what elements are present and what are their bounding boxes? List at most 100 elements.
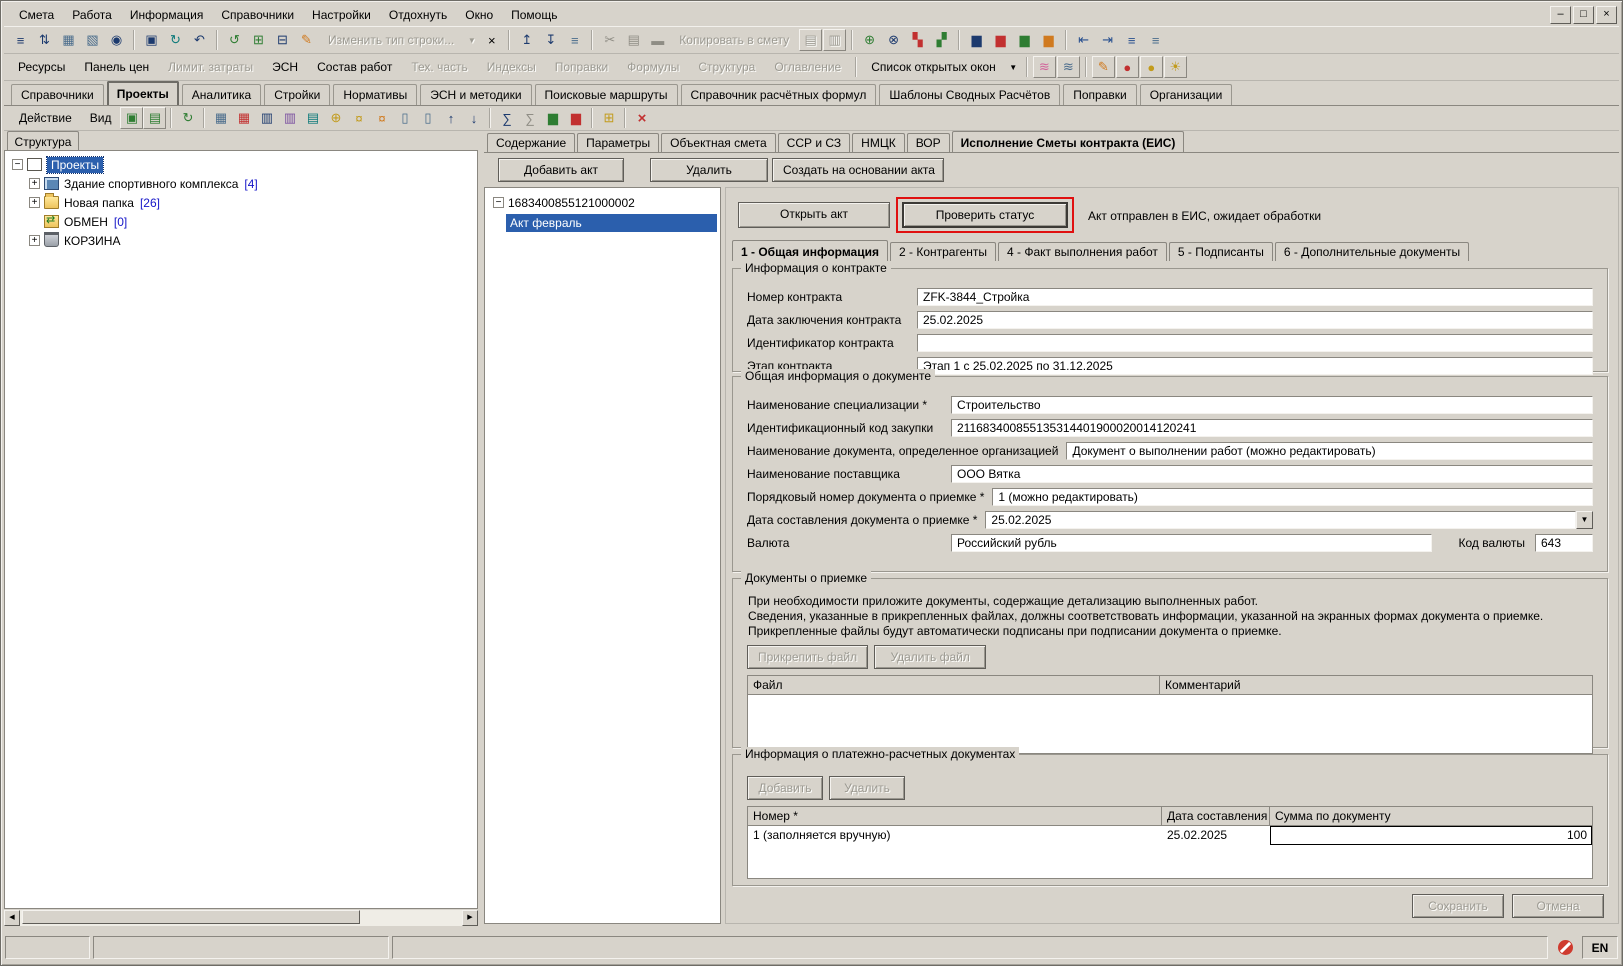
panel-limit-zatraty[interactable]: Лимит. затраты <box>159 56 262 78</box>
contract-id-field[interactable] <box>917 333 1593 352</box>
add-section-icon[interactable]: ⊟ <box>271 29 294 51</box>
sheet-close-icon[interactable]: ▦ <box>57 29 80 51</box>
tab-organizacii[interactable]: Организации <box>1139 84 1233 105</box>
tab-analitika[interactable]: Аналитика <box>181 84 262 105</box>
tab-structure[interactable]: Структура <box>7 131 79 150</box>
expertise-doc2-icon[interactable]: ▯ <box>416 107 439 129</box>
payment-number-cell[interactable]: 1 (заполняется вручную) <box>748 826 1162 845</box>
estimate-blue-icon[interactable]: ▥ <box>255 107 278 129</box>
coins-icon[interactable]: ¤ <box>347 107 370 129</box>
change-row-type-dropdown-icon[interactable]: ▼ <box>464 29 479 51</box>
move-up-icon[interactable]: ↥ <box>515 29 538 51</box>
copy-to-estimate-doc2-icon[interactable]: ▥ <box>823 29 847 51</box>
expand-icon[interactable]: + <box>29 197 40 208</box>
horizontal-scrollbar[interactable]: ◀ ▶ <box>4 910 478 926</box>
move-down-icon[interactable]: ↧ <box>539 29 562 51</box>
panel-formuly[interactable]: Формулы <box>618 56 688 78</box>
expand-icon[interactable]: + <box>29 178 40 189</box>
copy-to-estimate-button[interactable]: Копировать в смету <box>670 29 798 51</box>
create-from-act-button[interactable]: Создать на основании акта <box>772 157 944 182</box>
column-comment[interactable]: Комментарий <box>1160 676 1592 695</box>
save-icon[interactable]: ▣ <box>140 29 163 51</box>
add-position-icon[interactable]: ⊞ <box>247 29 270 51</box>
tab-poiskovye-marshruty[interactable]: Поисковые маршруты <box>534 84 678 105</box>
tab-obshchaya-informaciya[interactable]: 1 - Общая информация <box>732 240 888 261</box>
globe-coin-icon[interactable]: ⊕ <box>324 107 347 129</box>
tab-parametry[interactable]: Параметры <box>577 133 660 152</box>
histogram-2-icon[interactable]: ▆ <box>564 107 587 129</box>
tab-normativy[interactable]: Нормативы <box>333 84 418 105</box>
scroll-right-icon[interactable]: ▶ <box>462 910 478 926</box>
tab-esn-metodiki[interactable]: ЭСН и методики <box>420 84 532 105</box>
tab-ispolnenie-smety-eis[interactable]: Исполнение Сметы контракта (ЕИС) <box>951 131 1185 152</box>
tab-soderzhanie[interactable]: Содержание <box>487 133 576 152</box>
contract-stage-field[interactable]: Этап 1 с 25.02.2025 по 31.12.2025 <box>917 356 1593 375</box>
change-row-type-combo[interactable]: Изменить тип строки... <box>319 29 463 51</box>
collapse-icon[interactable]: − <box>493 197 504 208</box>
currency-field[interactable]: Российский рубль <box>951 533 1433 552</box>
column-date[interactable]: Дата составления * <box>1162 807 1270 826</box>
paste-icon[interactable]: ▬ <box>646 29 669 51</box>
close-button[interactable]: × <box>1596 6 1617 24</box>
no-entry-icon[interactable] <box>1551 936 1579 959</box>
collapse-icon[interactable]: − <box>12 159 23 170</box>
acts-root-node[interactable]: − 1683400855121000002 <box>488 193 717 212</box>
sheets-red-icon[interactable]: ▦ <box>232 107 255 129</box>
folder-open-icon[interactable]: ▣ <box>120 107 144 129</box>
action-menu[interactable]: Действие <box>10 107 81 129</box>
list-icon[interactable]: ≡ <box>1120 29 1143 51</box>
copy-icon[interactable]: ▤ <box>622 29 645 51</box>
levels-icon[interactable]: ≡ <box>563 29 586 51</box>
tab-nmck[interactable]: НМЦК <box>852 133 905 152</box>
panel-panel-cen[interactable]: Панель цен <box>75 56 158 78</box>
outdent-icon[interactable]: ⇤ <box>1072 29 1095 51</box>
payment-date-cell[interactable]: 25.02.2025 <box>1162 826 1270 845</box>
expertise-doc-icon[interactable]: ▯ <box>393 107 416 129</box>
delete-file-button[interactable]: Удалить файл <box>874 645 987 669</box>
specialization-field[interactable]: Строительство <box>951 395 1593 414</box>
cancel-button[interactable]: Отмена <box>1512 894 1604 918</box>
panel-sostav-rabot[interactable]: Состав работ <box>308 56 401 78</box>
menu-informaciya[interactable]: Информация <box>121 5 212 25</box>
menu-otdohnut[interactable]: Отдохнуть <box>380 5 456 25</box>
doc-refresh-icon[interactable]: ↺ <box>223 29 246 51</box>
osr-icon[interactable]: ▤ <box>301 107 324 129</box>
act-item-selected[interactable]: Акт февраль <box>506 214 717 232</box>
refresh-icon[interactable]: ↻ <box>164 29 187 51</box>
tree-node-korzina[interactable]: + КОРЗИНА <box>24 231 475 250</box>
column-number[interactable]: Номер * <box>748 807 1162 826</box>
db-pink-icon[interactable]: ≋ <box>1032 56 1056 78</box>
undo-icon[interactable]: ↶ <box>188 29 211 51</box>
tab-obektnaya-smeta[interactable]: Объектная смета <box>661 133 776 152</box>
menu-okno[interactable]: Окно <box>456 5 502 25</box>
payment-row[interactable]: 1 (заполняется вручную) 25.02.2025 100 <box>748 826 1592 845</box>
tab-popravki[interactable]: Поправки <box>1063 84 1137 105</box>
outline-expand-icon[interactable]: ⇅ <box>33 29 56 51</box>
panel-oglavlenie[interactable]: Оглавление <box>765 56 850 78</box>
db-blue-icon[interactable]: ≋ <box>1056 56 1080 78</box>
tab-shablony-svodnyh[interactable]: Шаблоны Сводных Расчётов <box>879 84 1061 105</box>
clear-row-type-icon[interactable]: × <box>480 29 503 51</box>
sun-icon[interactable]: ☀ <box>1163 56 1187 78</box>
tab-proekty[interactable]: Проекты <box>106 81 179 105</box>
ikz-field[interactable]: 211683400855135314401900020014120241 <box>951 418 1593 437</box>
menu-rabota[interactable]: Работа <box>63 5 121 25</box>
pencil-icon[interactable]: ✎ <box>1091 56 1115 78</box>
search-icon[interactable]: ◉ <box>105 29 128 51</box>
tab-kontragenty[interactable]: 2 - Контрагенты <box>889 242 996 261</box>
tab-ssr-sz[interactable]: ССР и СЗ <box>777 133 851 152</box>
doc-name-field[interactable]: Документ о выполнении работ (можно редак… <box>1066 441 1593 460</box>
contract-date-field[interactable]: 25.02.2025 <box>917 310 1593 329</box>
histogram-icon[interactable]: ▆ <box>541 107 564 129</box>
panel-struktura[interactable]: Структура <box>689 56 764 78</box>
maximize-button[interactable]: □ <box>1573 6 1594 24</box>
move-row-down-icon[interactable]: ↓ <box>462 107 485 129</box>
folder-view-icon[interactable]: ▤ <box>143 107 167 129</box>
open-windows-list-button[interactable]: Список открытых окон <box>862 56 1005 78</box>
view-menu[interactable]: Вид <box>81 107 121 129</box>
keyboard-language-indicator[interactable]: EN <box>1582 936 1618 959</box>
folder-add-icon[interactable]: ⊞ <box>597 107 620 129</box>
menu-smeta[interactable]: Смета <box>10 5 63 25</box>
minimize-button[interactable]: – <box>1550 6 1571 24</box>
indent-icon[interactable]: ⇥ <box>1096 29 1119 51</box>
